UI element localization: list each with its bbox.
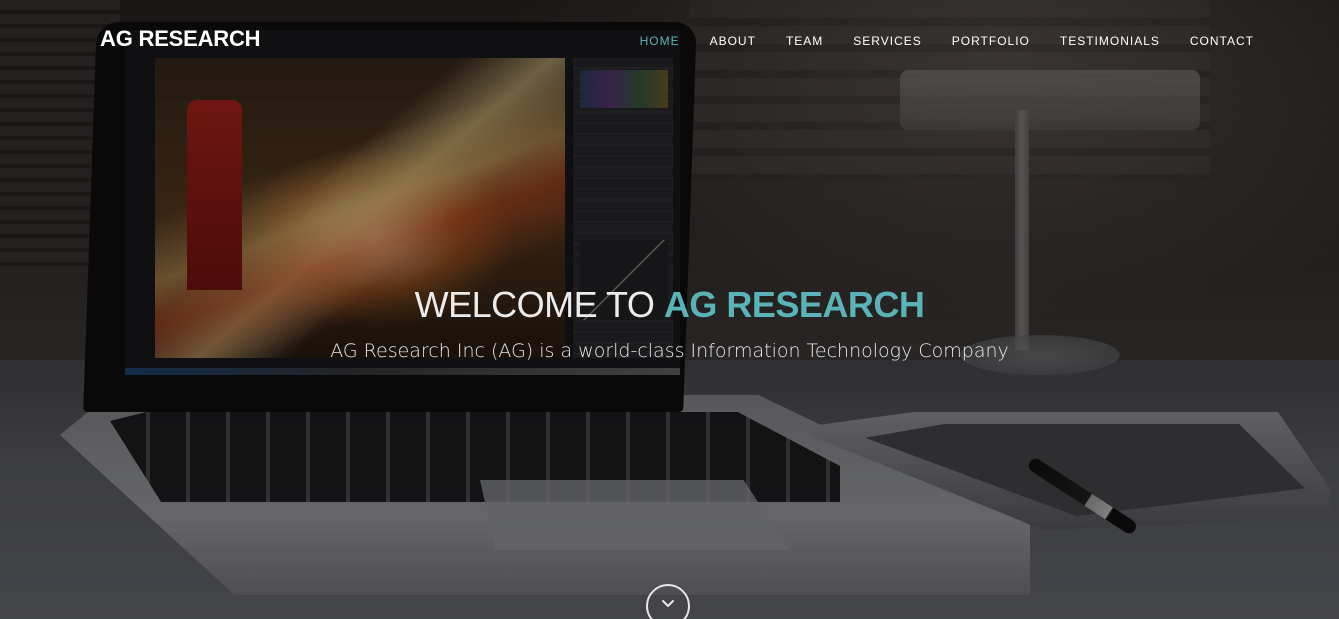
nav-item-team: TEAM	[786, 32, 823, 50]
main-nav: HOME ABOUT TEAM SERVICES PORTFOLIO TESTI…	[610, 32, 1254, 50]
nav-item-portfolio: PORTFOLIO	[952, 32, 1030, 50]
nav-link-about[interactable]: ABOUT	[710, 34, 756, 48]
chevron-down-icon	[662, 600, 674, 607]
hero-title: WELCOME TO AG RESEARCH	[0, 284, 1339, 326]
nav-link-testimonials[interactable]: TESTIMONIALS	[1060, 34, 1160, 48]
nav-link-home[interactable]: HOME	[640, 34, 680, 48]
nav-item-contact: CONTACT	[1190, 32, 1254, 50]
nav-item-testimonials: TESTIMONIALS	[1060, 32, 1160, 50]
nav-link-portfolio[interactable]: PORTFOLIO	[952, 34, 1030, 48]
nav-item-services: SERVICES	[853, 32, 921, 50]
nav-link-services[interactable]: SERVICES	[853, 34, 921, 48]
brand-logo[interactable]: AG RESEARCH	[100, 26, 261, 52]
nav-link-contact[interactable]: CONTACT	[1190, 34, 1254, 48]
hero-title-prefix: WELCOME TO	[414, 284, 664, 325]
nav-item-about: ABOUT	[710, 32, 756, 50]
hero-title-accent: AG RESEARCH	[663, 284, 925, 325]
nav-link-team[interactable]: TEAM	[786, 34, 823, 48]
hero-subtitle: AG Research Inc (AG) is a world-class In…	[330, 340, 1009, 362]
nav-item-home: HOME	[640, 32, 680, 50]
hero-text: WELCOME TO AG RESEARCH AG Research Inc (…	[0, 284, 1339, 362]
hero-section: AG RESEARCH HOME ABOUT TEAM SERVICES POR…	[0, 0, 1339, 619]
